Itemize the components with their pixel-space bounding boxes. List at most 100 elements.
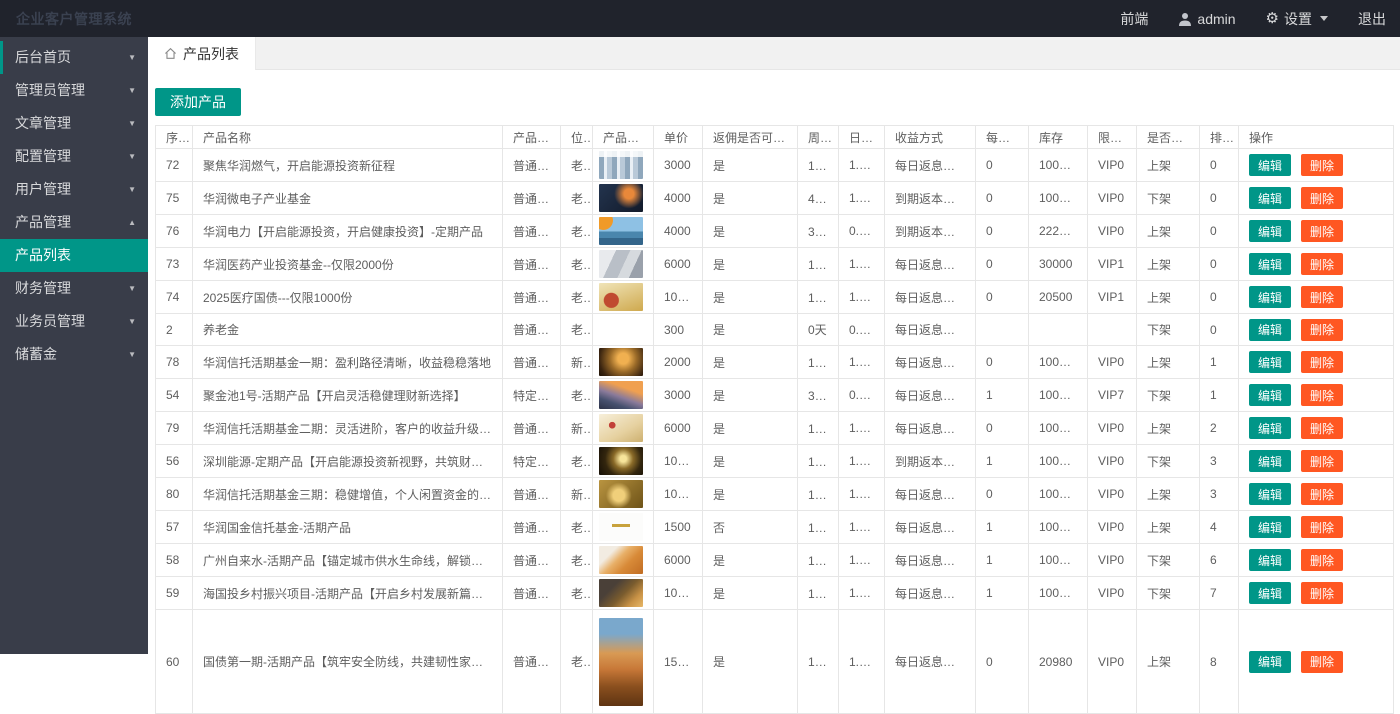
chevron-down-icon xyxy=(1320,16,1328,21)
user-menu[interactable]: admin xyxy=(1178,11,1235,27)
sidebar-item-配置管理[interactable]: 配置管理▼ xyxy=(0,140,148,173)
cell-stock: 1000000 xyxy=(1029,149,1088,182)
cell-type: 普通产品 xyxy=(503,281,561,314)
chevron-down-icon: ▼ xyxy=(128,173,136,206)
cell-pos: 老 xyxy=(561,577,593,610)
sidebar-item-财务管理[interactable]: 财务管理▼ xyxy=(0,272,148,305)
delete-button[interactable]: 删除 xyxy=(1301,286,1343,308)
edit-button[interactable]: 编辑 xyxy=(1249,187,1291,209)
cell-stock xyxy=(1029,314,1088,346)
sidebar-item-label: 管理员管理 xyxy=(15,82,85,98)
cell-rebate: 是 xyxy=(703,149,798,182)
product-thumbnail xyxy=(599,184,643,212)
edit-button[interactable]: 编辑 xyxy=(1249,582,1291,604)
sidebar-item-产品管理[interactable]: 产品管理▲ xyxy=(0,206,148,239)
cell-sort: 0 xyxy=(1200,182,1239,215)
edit-button[interactable]: 编辑 xyxy=(1249,154,1291,176)
cell-name: 2025医疗国债---仅限1000份 xyxy=(193,281,503,314)
cell-stock: 100000 xyxy=(1029,182,1088,215)
delete-button[interactable]: 删除 xyxy=(1301,253,1343,275)
cell-cycle: 180天 xyxy=(798,577,839,610)
chevron-down-icon: ▼ xyxy=(128,41,136,74)
cell-sort: 7 xyxy=(1200,577,1239,610)
table-row: 80华润信托活期基金三期：稳健增值，个人闲置资金的'理财好搭档'普通产品新100… xyxy=(156,478,1394,511)
cell-vip: VIP0 xyxy=(1088,346,1137,379)
column-header: 位置 xyxy=(561,126,593,149)
edit-button[interactable]: 编辑 xyxy=(1249,417,1291,439)
delete-button[interactable]: 删除 xyxy=(1301,516,1343,538)
cell-vip: VIP0 xyxy=(1088,445,1137,478)
cell-pos: 老 xyxy=(561,281,593,314)
product-thumbnail xyxy=(599,381,643,409)
cell-rebate: 是 xyxy=(703,182,798,215)
cell-id: 56 xyxy=(156,445,193,478)
edit-button[interactable]: 编辑 xyxy=(1249,253,1291,275)
edit-button[interactable]: 编辑 xyxy=(1249,549,1291,571)
cell-cycle: 300天 xyxy=(798,379,839,412)
row-actions: 编辑删除添加多语言 xyxy=(1239,149,1394,182)
logout-link[interactable]: 退出 xyxy=(1358,9,1386,29)
sidebar-item-后台首页[interactable]: 后台首页▼ xyxy=(0,41,148,74)
sidebar-item-产品列表[interactable]: 产品列表 xyxy=(0,239,148,272)
cell-type: 特定产品 xyxy=(503,445,561,478)
cell-rebate: 是 xyxy=(703,544,798,577)
edit-button[interactable]: 编辑 xyxy=(1249,384,1291,406)
cell-stock: 222222 xyxy=(1029,215,1088,248)
edit-button[interactable]: 编辑 xyxy=(1249,319,1291,341)
chevron-down-icon: ▼ xyxy=(128,338,136,371)
cell-cycle: 120天 xyxy=(798,511,839,544)
cell-sort: 2 xyxy=(1200,412,1239,445)
page-body: 添加产品 序号产品名称产品类型位置产品缩略图单价返佣是否可提现周期日收益收益方式… xyxy=(148,70,1400,714)
delete-button[interactable]: 删除 xyxy=(1301,187,1343,209)
cell-vip: VIP0 xyxy=(1088,544,1137,577)
table-row: 742025医疗国债---仅限1000份普通产品老10000是180天1.200… xyxy=(156,281,1394,314)
cell-daily: 0.60000 xyxy=(839,314,885,346)
delete-button[interactable]: 删除 xyxy=(1301,582,1343,604)
sidebar-item-label: 产品列表 xyxy=(15,247,71,263)
cell-type: 普通产品 xyxy=(503,182,561,215)
add-product-button[interactable]: 添加产品 xyxy=(155,88,241,116)
cell-limit: 0 xyxy=(976,281,1029,314)
row-actions: 编辑删除添加多语言 xyxy=(1239,445,1394,478)
frontend-link[interactable]: 前端 xyxy=(1120,9,1148,29)
product-thumbnail-cell xyxy=(593,149,654,182)
tab-product-list[interactable]: 产品列表 xyxy=(148,37,256,70)
tab-strip: 产品列表 xyxy=(148,37,1400,70)
edit-button[interactable]: 编辑 xyxy=(1249,450,1291,472)
sidebar-item-业务员管理[interactable]: 业务员管理▼ xyxy=(0,305,148,338)
cell-daily: 1.10000 xyxy=(839,544,885,577)
sidebar-item-文章管理[interactable]: 文章管理▼ xyxy=(0,107,148,140)
cell-status: 下架 xyxy=(1137,445,1200,478)
edit-button[interactable]: 编辑 xyxy=(1249,286,1291,308)
column-header: 单价 xyxy=(654,126,703,149)
delete-button[interactable]: 删除 xyxy=(1301,417,1343,439)
edit-button[interactable]: 编辑 xyxy=(1249,351,1291,373)
delete-button[interactable]: 删除 xyxy=(1301,483,1343,505)
cell-price: 2000 xyxy=(654,346,703,379)
column-header: 产品名称 xyxy=(193,126,503,149)
delete-button[interactable]: 删除 xyxy=(1301,450,1343,472)
delete-button[interactable]: 删除 xyxy=(1301,319,1343,341)
delete-button[interactable]: 删除 xyxy=(1301,549,1343,571)
delete-button[interactable]: 删除 xyxy=(1301,154,1343,176)
cell-daily: 1.20000 xyxy=(839,281,885,314)
delete-button[interactable]: 删除 xyxy=(1301,384,1343,406)
column-header: 每人限购 xyxy=(976,126,1029,149)
cell-method: 到期返本返息 xyxy=(885,215,976,248)
cell-limit: 1 xyxy=(976,511,1029,544)
delete-button[interactable]: 删除 xyxy=(1301,220,1343,242)
edit-button[interactable]: 编辑 xyxy=(1249,220,1291,242)
delete-button[interactable]: 删除 xyxy=(1301,351,1343,373)
sidebar-item-用户管理[interactable]: 用户管理▼ xyxy=(0,173,148,206)
settings-menu[interactable]: ⚙ 设置 xyxy=(1266,9,1328,29)
product-thumbnail xyxy=(599,513,643,541)
edit-button[interactable]: 编辑 xyxy=(1249,483,1291,505)
cell-limit: 0 xyxy=(976,610,1029,714)
sidebar-item-管理员管理[interactable]: 管理员管理▼ xyxy=(0,74,148,107)
sidebar-item-储蓄金[interactable]: 储蓄金▼ xyxy=(0,338,148,371)
cell-status: 下架 xyxy=(1137,314,1200,346)
cell-cycle: 180天 xyxy=(798,248,839,281)
cell-rebate: 是 xyxy=(703,346,798,379)
frontend-link-label: 前端 xyxy=(1120,9,1148,29)
edit-button[interactable]: 编辑 xyxy=(1249,516,1291,538)
